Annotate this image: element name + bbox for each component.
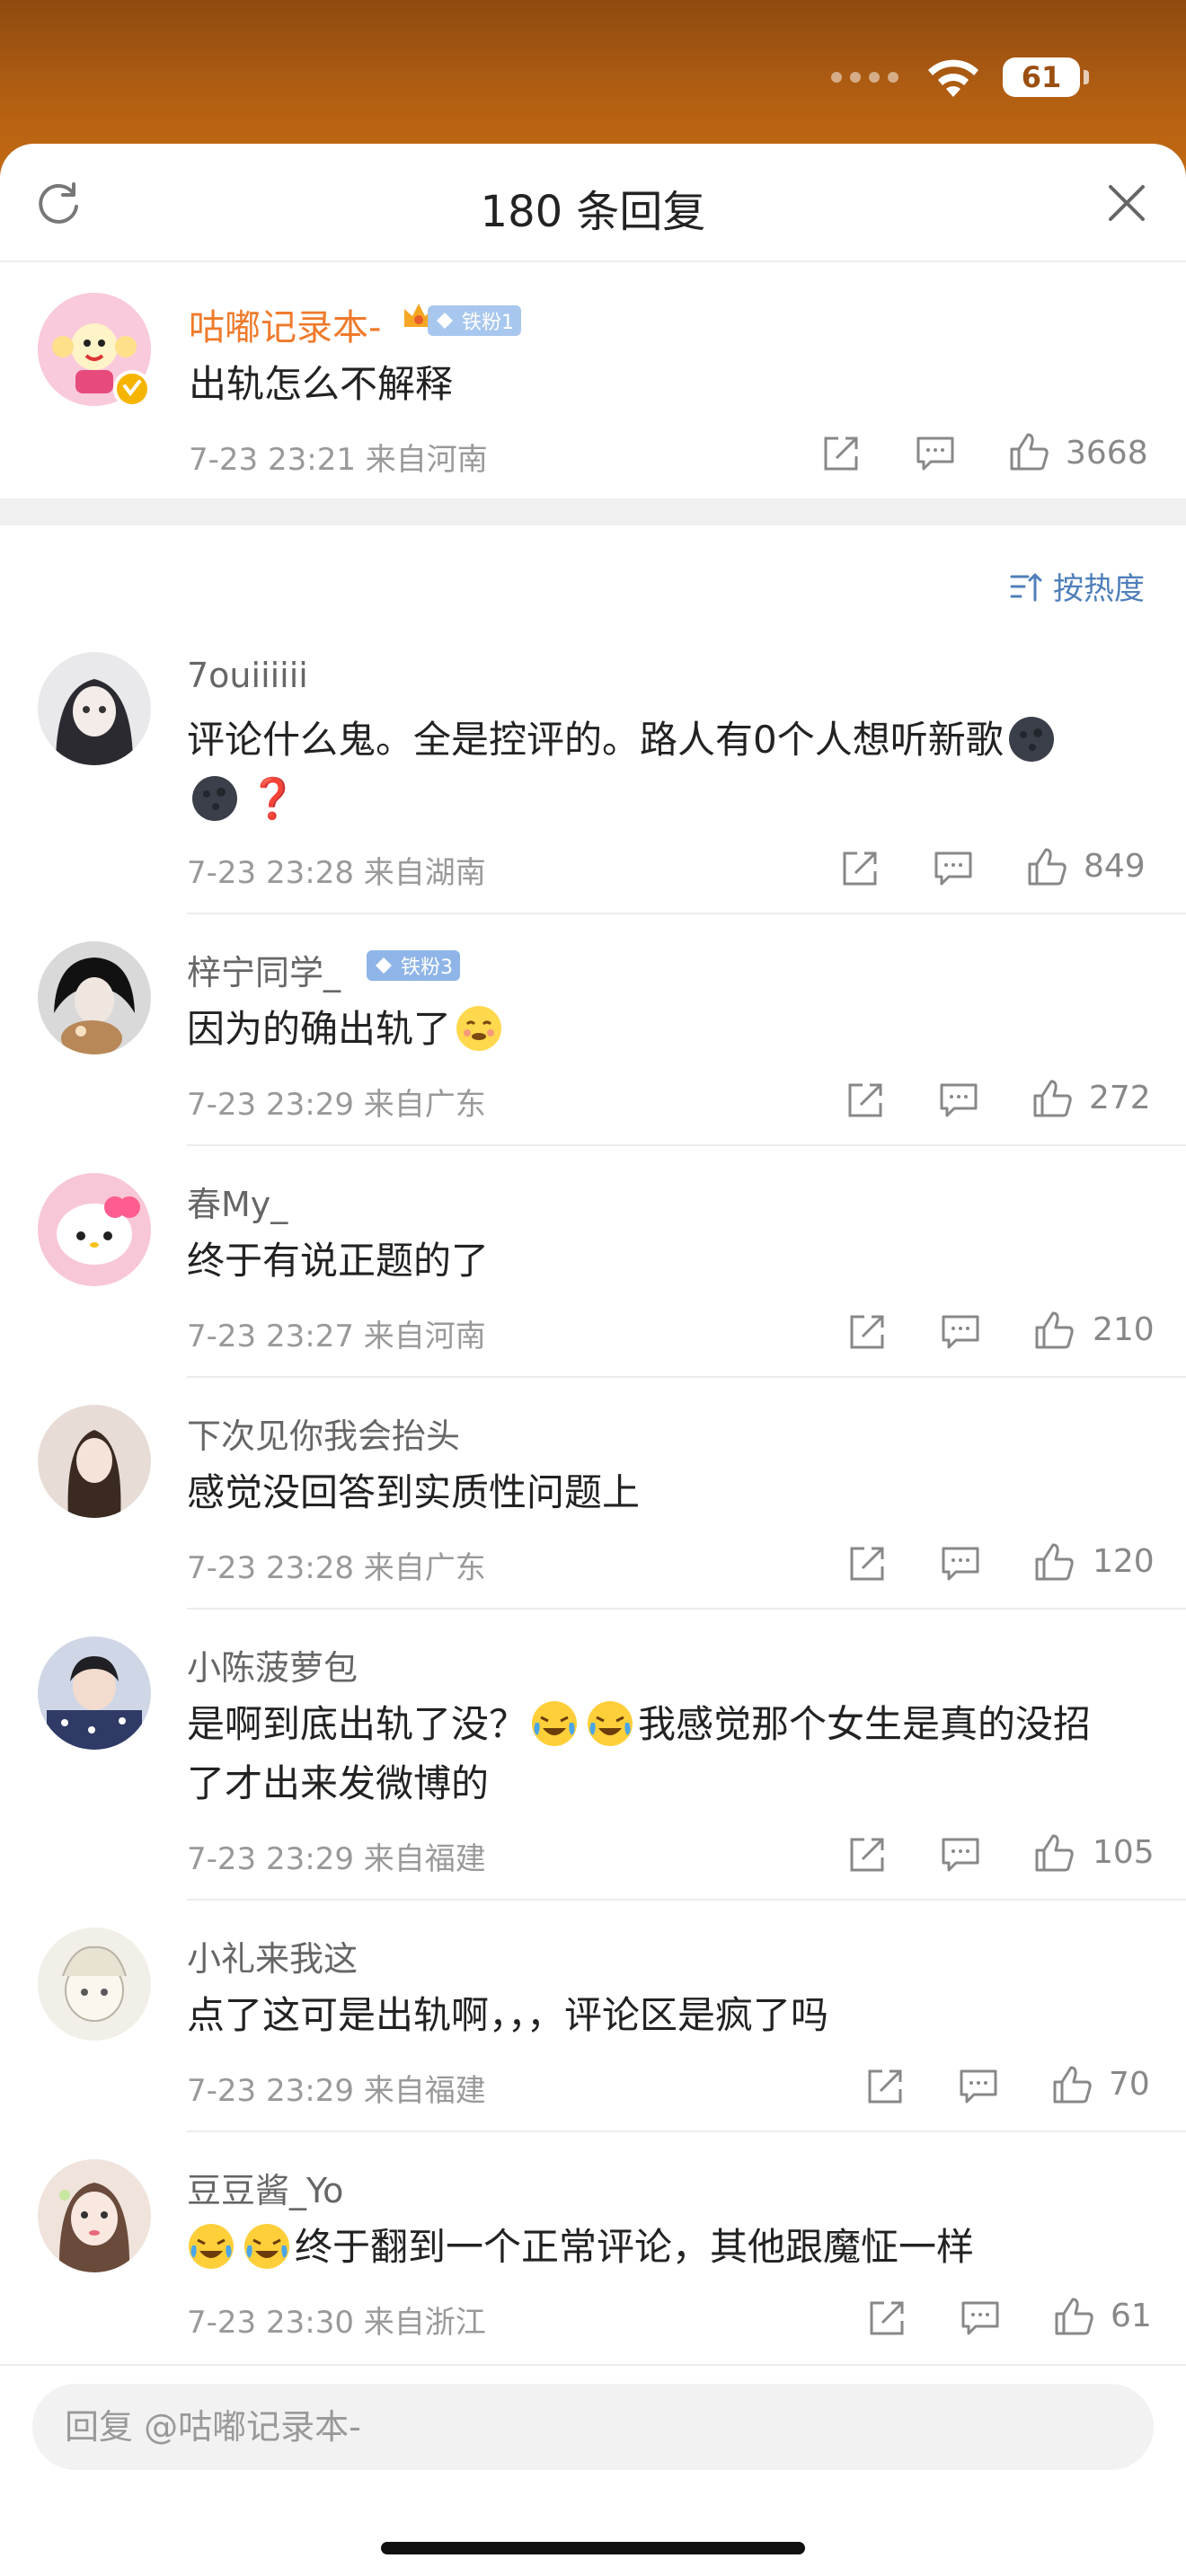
fan-badge-label: 铁粉1	[462, 312, 514, 334]
comment-username[interactable]: 咕嘟记录本-	[189, 298, 381, 350]
reply-divider	[187, 913, 1186, 914]
avatar[interactable]	[38, 1405, 151, 1518]
like-icon[interactable]	[1051, 2064, 1093, 2105]
dark-moon-emoji-icon	[1007, 715, 1056, 763]
comment-text: 终于有说正题的了	[187, 1239, 490, 1283]
comment-text-line: 评论什么鬼。全是控评的。路人有0个人想听新歌	[187, 710, 1059, 771]
battery-indicator: 61	[1003, 57, 1089, 97]
avatar[interactable]	[38, 941, 151, 1054]
wifi-icon	[928, 59, 978, 97]
comment-username[interactable]: 小陈菠萝包	[187, 1640, 358, 1689]
comment-meta: 7-23 23:28 来自湖南	[187, 855, 486, 891]
cellular-signal-icon	[831, 72, 898, 83]
comment-meta: 7-23 23:30 来自浙江	[187, 2305, 486, 2341]
comment-meta: 7-23 23:29 来自福建	[187, 1841, 486, 1877]
comment-username[interactable]: 豆豆酱_Yo	[187, 2163, 343, 2212]
share-icon[interactable]	[846, 1834, 888, 1875]
comment-meta: 7-23 23:29 来自广东	[187, 1087, 486, 1123]
avatar[interactable]	[38, 2159, 151, 2272]
reply-bar-divider	[0, 2364, 1186, 2366]
avatar[interactable]	[38, 1928, 151, 2041]
dark-moon-emoji-icon	[190, 774, 239, 823]
comment-username[interactable]: 下次见你我会抬头	[187, 1408, 460, 1458]
comment-icon[interactable]	[933, 848, 974, 889]
share-icon[interactable]	[866, 2298, 907, 2339]
comment-text-line: 因为的确出轨了	[187, 999, 507, 1060]
avatar[interactable]	[38, 652, 151, 765]
avatar[interactable]	[38, 1173, 151, 1286]
comment-username[interactable]: 7ouiiiiii	[187, 656, 308, 695]
comment-icon[interactable]	[958, 2066, 999, 2107]
comment-icon[interactable]	[940, 1834, 981, 1875]
share-icon[interactable]	[864, 2066, 906, 2107]
sort-label: 按热度	[1053, 571, 1145, 607]
comment-text: 出轨怎么不解释	[189, 362, 454, 406]
section-divider	[0, 498, 1186, 525]
battery-level: 61	[1021, 60, 1062, 94]
like-icon[interactable]	[1053, 2296, 1094, 2337]
like-count: 849	[1084, 848, 1146, 885]
sheet-header: 180 条回复	[0, 144, 1186, 262]
like-icon[interactable]	[1026, 846, 1067, 887]
fan-badge-label: 铁粉3	[401, 957, 453, 979]
comment-icon[interactable]	[938, 1080, 979, 1121]
comment-icon[interactable]	[940, 1311, 981, 1353]
like-count: 120	[1093, 1543, 1155, 1580]
like-icon[interactable]	[1033, 1310, 1075, 1351]
comment-icon[interactable]	[940, 1543, 981, 1584]
share-icon[interactable]	[846, 1543, 888, 1584]
reply-divider	[187, 1608, 1186, 1610]
reply-divider	[187, 1144, 1186, 1146]
verified-badge-icon	[113, 370, 151, 408]
comment-meta: 7-23 23:27 来自河南	[187, 1319, 486, 1354]
comment-meta: 7-23 23:21 来自河南	[189, 442, 488, 478]
laugh-cry-emoji-icon	[586, 1699, 634, 1748]
laugh-cry-emoji-icon	[530, 1699, 579, 1748]
reply-divider	[187, 1899, 1186, 1901]
comment-username[interactable]: 小礼来我这	[187, 1931, 358, 1981]
comment-text: 点了这可是出轨啊，，，评论区是疯了吗	[187, 1993, 829, 2037]
comment-icon[interactable]	[915, 433, 956, 474]
reply-divider	[187, 2130, 1186, 2132]
sort-by-hot-button[interactable]: 按热度	[1008, 564, 1145, 608]
like-icon[interactable]	[1031, 1078, 1073, 1119]
sort-icon	[1010, 573, 1042, 601]
status-icons: 61	[831, 56, 1089, 99]
like-count: 70	[1109, 2066, 1150, 2103]
comment-text-line: 了才出来发微博的	[187, 1761, 490, 1805]
comment-meta: 7-23 23:29 来自福建	[187, 2073, 486, 2109]
shy-smile-emoji-icon	[455, 1004, 503, 1053]
comment-text-line: 终于翻到一个正常评论，其他跟魔怔一样	[187, 2217, 974, 2278]
laugh-cry-emoji-icon	[187, 2222, 235, 2271]
like-icon[interactable]	[1008, 431, 1049, 472]
like-count: 210	[1093, 1311, 1155, 1348]
reply-input[interactable]	[32, 2384, 1154, 2470]
comment-icon[interactable]	[960, 2298, 1001, 2339]
comment-text-line: 是啊到底出轨了没？ 我感觉那个女生是真的没招	[187, 1694, 1091, 1755]
share-icon[interactable]	[839, 848, 881, 889]
reply-divider	[187, 1376, 1186, 1378]
comment-text-line: ❓	[187, 769, 297, 830]
laugh-cry-emoji-icon	[243, 2222, 291, 2271]
comment-username[interactable]: 春My_	[187, 1177, 288, 1226]
share-icon[interactable]	[846, 1311, 888, 1353]
share-icon[interactable]	[845, 1080, 886, 1121]
sheet-title: 180 条回复	[480, 187, 706, 237]
question-mark-icon: ❓	[248, 776, 297, 822]
home-indicator[interactable]	[381, 2542, 805, 2554]
fan-badge: 铁粉3	[367, 950, 460, 981]
comment-text: 感觉没回答到实质性问题上	[187, 1470, 641, 1514]
fan-badge: 铁粉1	[428, 305, 521, 336]
like-count: 105	[1093, 1834, 1155, 1871]
like-count: 61	[1111, 2298, 1152, 2334]
share-icon[interactable]	[820, 433, 862, 474]
like-icon[interactable]	[1033, 1541, 1075, 1583]
comment-meta: 7-23 23:28 来自广东	[187, 1550, 486, 1586]
close-icon[interactable]	[1103, 180, 1150, 226]
avatar[interactable]	[38, 1636, 151, 1750]
like-icon[interactable]	[1033, 1832, 1075, 1874]
like-count: 3668	[1066, 435, 1148, 472]
comment-username[interactable]: 梓宁同学_	[187, 945, 341, 994]
like-count: 272	[1089, 1080, 1151, 1116]
